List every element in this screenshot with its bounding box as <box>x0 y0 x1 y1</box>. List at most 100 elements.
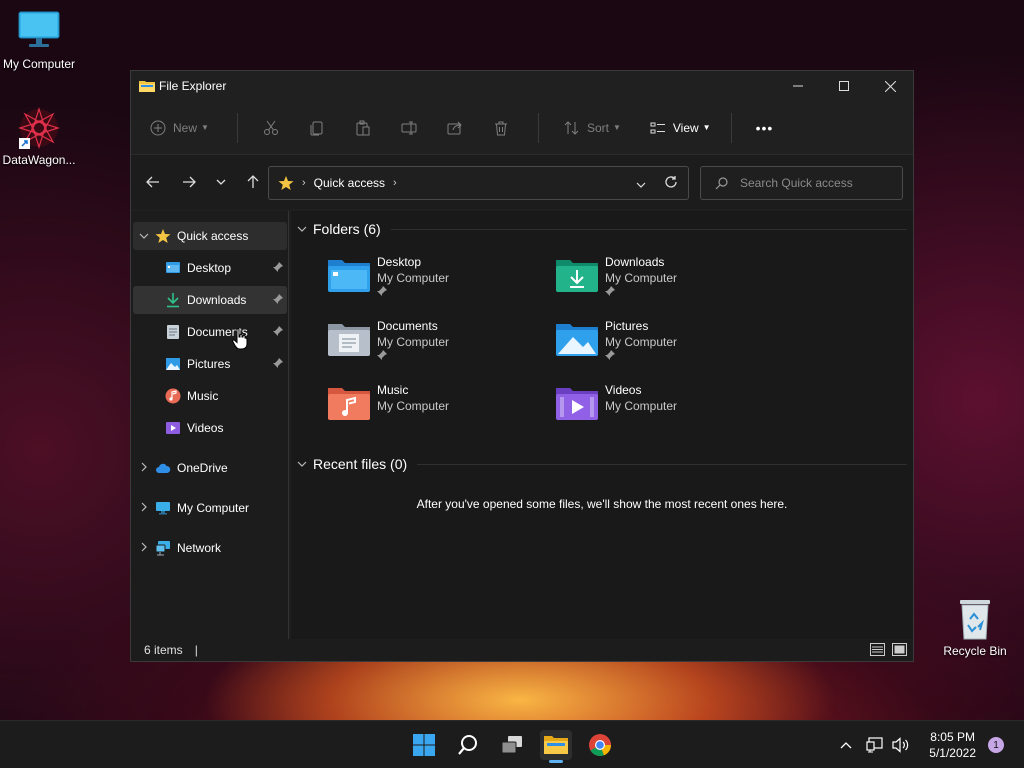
pin-icon[interactable] <box>273 261 283 275</box>
toolbar-divider <box>537 112 539 143</box>
pin-icon[interactable] <box>273 325 283 339</box>
monitor-icon <box>17 10 61 54</box>
cut-button[interactable] <box>262 119 280 137</box>
more-options-button[interactable]: ••• <box>756 120 774 136</box>
search-taskbar-button[interactable] <box>452 730 484 760</box>
recent-locations-button[interactable] <box>209 167 233 197</box>
recent-files-group-header[interactable]: Recent files (0) <box>297 456 907 472</box>
sidebar-item-onedrive[interactable]: OneDrive <box>133 454 287 482</box>
tiles-view-button[interactable] <box>892 643 907 659</box>
sidebar-item-network[interactable]: Network <box>133 534 287 562</box>
navigation-pane: Quick access Desktop Downloads Documents… <box>131 211 289 639</box>
desktop-folder-icon <box>327 256 371 294</box>
sidebar-item-label: Pictures <box>187 357 231 371</box>
copy-button[interactable] <box>308 119 326 137</box>
chevron-right-icon[interactable] <box>133 542 155 554</box>
folder-name: Downloads <box>605 255 665 269</box>
downloads-folder-icon <box>555 256 599 294</box>
music-folder-icon <box>327 384 371 422</box>
recent-files-group-title: Recent files (0) <box>313 456 408 472</box>
network-icon <box>155 540 171 556</box>
clock-time: 8:05 PM <box>930 730 975 744</box>
command-bar: New ▼ Sort ▼ View ▼ ••• <box>131 101 913 155</box>
chevron-down-icon[interactable] <box>297 459 313 470</box>
folder-tile-desktop[interactable]: Desktop My Computer <box>327 254 537 310</box>
chevron-down-icon[interactable] <box>133 231 155 241</box>
file-explorer-taskbar-button[interactable] <box>540 730 572 763</box>
chrome-taskbar-button[interactable] <box>584 730 616 760</box>
details-view-button[interactable] <box>870 643 885 659</box>
folder-location: My Computer <box>605 271 678 285</box>
back-button[interactable] <box>137 167 169 197</box>
sidebar-item-videos[interactable]: Videos <box>133 414 287 442</box>
picture-icon <box>165 356 181 372</box>
sidebar-item-desktop[interactable]: Desktop <box>133 254 287 282</box>
task-view-button[interactable] <box>496 730 528 760</box>
search-input[interactable] <box>740 176 900 190</box>
folder-tile-pictures[interactable]: Pictures My Computer <box>555 318 765 374</box>
pin-icon[interactable] <box>273 357 283 371</box>
status-divider: | <box>194 643 198 657</box>
refresh-button[interactable] <box>664 175 678 192</box>
monitor-icon <box>155 500 171 516</box>
notification-badge[interactable]: 1 <box>988 737 1004 753</box>
sidebar-item-label: OneDrive <box>177 461 228 475</box>
show-hidden-icons-button[interactable] <box>840 741 852 749</box>
desktop-icon-datawagon[interactable]: DataWagon... <box>0 106 81 167</box>
desktop-icon-label: Recycle Bin <box>943 644 1007 658</box>
minimize-button[interactable] <box>775 71 821 101</box>
folder-tile-documents[interactable]: Documents My Computer <box>327 318 537 374</box>
desktop-icon-my-computer[interactable]: My Computer <box>0 10 81 71</box>
sidebar-item-quick-access[interactable]: Quick access <box>133 222 287 250</box>
music-icon <box>165 388 181 404</box>
address-history-dropdown[interactable] <box>636 177 646 191</box>
folder-tile-videos[interactable]: Videos My Computer <box>555 382 765 438</box>
maximize-button[interactable] <box>821 71 867 101</box>
rename-button[interactable] <box>400 119 418 137</box>
download-icon <box>165 292 181 308</box>
folder-name: Desktop <box>377 255 422 269</box>
plus-circle-icon <box>149 119 167 137</box>
window-title: File Explorer <box>159 79 227 93</box>
breadcrumb-quick-access[interactable]: Quick access <box>314 176 385 190</box>
share-button[interactable] <box>446 119 464 137</box>
desktop-icon-recycle-bin[interactable]: Recycle Bin <box>933 597 1017 658</box>
pin-icon[interactable] <box>273 293 283 307</box>
chevron-down-icon[interactable] <box>297 224 313 235</box>
delete-button[interactable] <box>492 119 510 137</box>
network-status-button[interactable] <box>866 737 884 753</box>
search-box[interactable] <box>700 166 903 200</box>
sidebar-item-my-computer[interactable]: My Computer <box>133 494 287 522</box>
address-bar[interactable]: › Quick access › <box>268 166 689 200</box>
close-icon <box>884 80 896 92</box>
new-button[interactable]: New ▼ <box>149 119 209 137</box>
folder-tile-downloads[interactable]: Downloads My Computer <box>555 254 765 310</box>
maximize-icon <box>839 81 849 91</box>
volume-button[interactable] <box>892 737 910 753</box>
up-button[interactable] <box>237 167 269 197</box>
chevron-right-icon[interactable] <box>133 462 155 474</box>
sidebar-item-downloads[interactable]: Downloads <box>133 286 287 314</box>
forward-button[interactable] <box>173 167 205 197</box>
start-button[interactable] <box>408 730 440 760</box>
pin-icon <box>605 350 677 366</box>
taskbar-clock[interactable]: 8:05 PM 5/1/2022 <box>929 729 976 761</box>
taskbar: 8:05 PM 5/1/2022 1 <box>0 720 1024 768</box>
paste-button[interactable] <box>354 119 372 137</box>
title-bar[interactable]: File Explorer <box>131 71 913 101</box>
clipboard-icon <box>354 119 372 137</box>
copy-icon <box>308 119 326 137</box>
view-button[interactable]: View ▼ <box>649 119 711 137</box>
sort-button[interactable]: Sort ▼ <box>563 119 621 137</box>
chevron-right-icon[interactable] <box>133 502 155 514</box>
folder-tile-music[interactable]: Music My Computer <box>327 382 537 438</box>
sidebar-item-pictures[interactable]: Pictures <box>133 350 287 378</box>
sidebar-item-documents[interactable]: Documents <box>133 318 287 346</box>
folders-group-header[interactable]: Folders (6) <box>297 221 907 237</box>
scissors-icon <box>262 119 280 137</box>
breadcrumb-chevron-icon[interactable]: › <box>393 177 397 189</box>
desktop-icon-label: My Computer <box>2 57 76 71</box>
sidebar-item-label: Network <box>177 541 222 555</box>
close-button[interactable] <box>867 71 913 101</box>
sidebar-item-music[interactable]: Music <box>133 382 287 410</box>
